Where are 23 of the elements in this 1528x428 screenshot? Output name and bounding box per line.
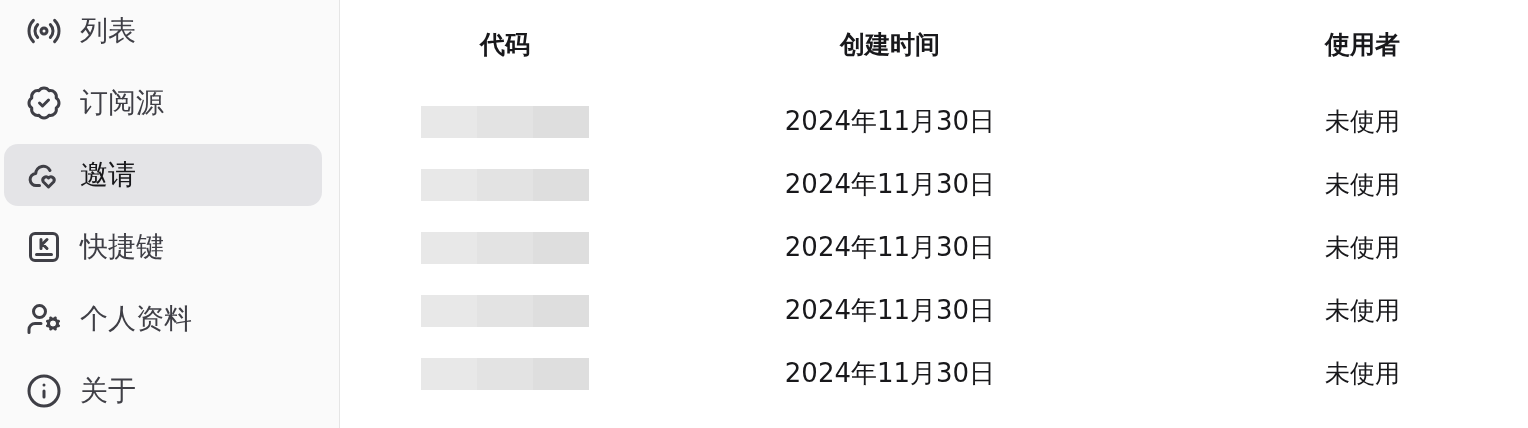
sidebar-item[interactable]: 个人资料 bbox=[4, 288, 322, 350]
table-cell-text: 2024年11月30日 bbox=[784, 294, 996, 327]
sidebar-item[interactable]: 邀请 bbox=[4, 144, 322, 206]
table-cell-text: 未使用 bbox=[1325, 105, 1401, 138]
column-header: 创建时间 bbox=[840, 29, 940, 62]
table-cell-text: 2024年11月30日 bbox=[784, 168, 996, 201]
table-cell-text: 未使用 bbox=[1325, 357, 1401, 390]
sidebar-item[interactable]: 订阅源 bbox=[4, 72, 322, 134]
table-cell-text: 未使用 bbox=[1325, 168, 1401, 201]
table-cell-text: 2024年11月30日 bbox=[784, 231, 996, 264]
table-cell-text: 未使用 bbox=[1325, 231, 1401, 264]
column-header: 代码 bbox=[480, 29, 530, 62]
table-cell-text: 2024年11月30日 bbox=[784, 357, 996, 390]
badge-check-icon bbox=[26, 85, 62, 121]
sidebar-item[interactable]: 列表 bbox=[4, 0, 322, 62]
table-cell-text: 2024年11月30日 bbox=[784, 105, 996, 138]
table-cell-text: 未使用 bbox=[1325, 294, 1401, 327]
keyboard-key-icon bbox=[26, 229, 62, 265]
column-header: 使用者 bbox=[1325, 29, 1401, 62]
sidebar-item[interactable]: 快捷键 bbox=[4, 216, 322, 278]
info-icon bbox=[26, 373, 62, 409]
sidebar-item[interactable]: 关于 bbox=[4, 360, 322, 422]
user-gear-icon bbox=[26, 301, 62, 337]
